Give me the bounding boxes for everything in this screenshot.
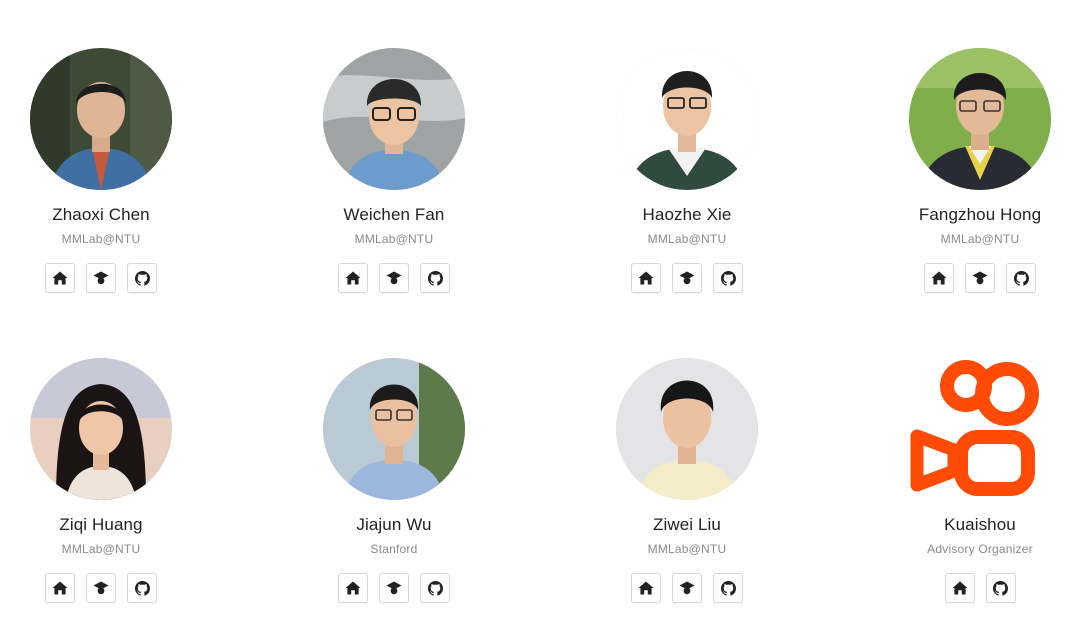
scholar-button[interactable]: [965, 263, 995, 293]
homepage-button[interactable]: [631, 263, 661, 293]
homepage-button[interactable]: [944, 573, 975, 603]
home-icon: [638, 271, 654, 285]
github-button[interactable]: [713, 263, 743, 293]
scholar-button[interactable]: [379, 573, 409, 603]
scholar-button[interactable]: [86, 263, 116, 293]
person-affiliation: MMLab@NTU: [354, 232, 434, 246]
org-links: [870, 573, 1080, 603]
person-name: Fangzhou Hong: [918, 205, 1042, 224]
person-card-jiajun-wu: Jiajun Wu Stanford: [284, 358, 504, 603]
avatar: [616, 358, 758, 500]
person-affiliation: MMLab@NTU: [61, 232, 141, 246]
homepage-button[interactable]: [924, 263, 954, 293]
graduation-cap-icon: [679, 581, 695, 595]
github-icon: [134, 580, 150, 596]
person-card-ziqi-huang: Ziqi Huang MMLab@NTU: [0, 358, 211, 603]
person-card-ziwei-liu: Ziwei Liu MMLab@NTU: [577, 358, 797, 603]
scholar-button[interactable]: [86, 573, 116, 603]
github-icon: [720, 270, 736, 286]
github-button[interactable]: [127, 263, 157, 293]
home-icon: [345, 581, 361, 595]
scholar-button[interactable]: [672, 573, 702, 603]
person-card-zhaoxi-chen: Zhaoxi Chen MMLab@NTU: [0, 48, 211, 293]
github-icon: [427, 270, 443, 286]
graduation-cap-icon: [93, 271, 109, 285]
homepage-button[interactable]: [338, 573, 368, 603]
org-name: Kuaishou: [944, 515, 1016, 534]
github-button[interactable]: [713, 573, 743, 603]
person-affiliation: Stanford: [370, 542, 418, 556]
person-affiliation: MMLab@NTU: [61, 542, 141, 556]
github-icon: [720, 580, 736, 596]
github-icon: [134, 270, 150, 286]
homepage-button[interactable]: [45, 263, 75, 293]
home-icon: [52, 271, 68, 285]
person-links: [0, 263, 211, 293]
graduation-cap-icon: [679, 271, 695, 285]
person-affiliation: MMLab@NTU: [647, 232, 727, 246]
scholar-button[interactable]: [379, 263, 409, 293]
github-icon: [1013, 270, 1029, 286]
avatar: [30, 48, 172, 190]
person-card-haozhe-xie: Haozhe Xie MMLab@NTU: [577, 48, 797, 293]
graduation-cap-icon: [972, 271, 988, 285]
home-icon: [52, 581, 68, 595]
person-name: Zhaoxi Chen: [52, 205, 150, 224]
homepage-button[interactable]: [338, 263, 368, 293]
homepage-button[interactable]: [45, 573, 75, 603]
person-links: [284, 263, 504, 293]
person-name: Weichen Fan: [343, 205, 445, 224]
person-links: [577, 573, 797, 603]
avatar: [30, 358, 172, 500]
graduation-cap-icon: [386, 271, 402, 285]
scholar-button[interactable]: [672, 263, 702, 293]
person-links: [577, 263, 797, 293]
homepage-button[interactable]: [631, 573, 661, 603]
person-links: [284, 573, 504, 603]
person-affiliation: MMLab@NTU: [940, 232, 1020, 246]
github-icon: [427, 580, 443, 596]
github-button[interactable]: [985, 573, 1016, 603]
person-name: Ziwei Liu: [653, 515, 721, 534]
home-icon: [952, 581, 967, 595]
person-links: [0, 573, 211, 603]
person-card-fangzhou-hong: Fangzhou Hong MMLab@NTU: [870, 48, 1080, 293]
org-card-kuaishou: Kuaishou Advisory Organizer: [870, 358, 1080, 603]
avatar: [909, 48, 1051, 190]
home-icon: [638, 581, 654, 595]
github-button[interactable]: [127, 573, 157, 603]
person-affiliation: MMLab@NTU: [647, 542, 727, 556]
home-icon: [345, 271, 361, 285]
person-name: Haozhe Xie: [642, 205, 732, 224]
graduation-cap-icon: [386, 581, 402, 595]
avatar: [323, 48, 465, 190]
person-links: [870, 263, 1080, 293]
graduation-cap-icon: [93, 581, 109, 595]
avatar: [616, 48, 758, 190]
github-button[interactable]: [1006, 263, 1036, 293]
github-button[interactable]: [420, 573, 450, 603]
kuaishou-logo: [909, 358, 1051, 500]
github-button[interactable]: [420, 263, 450, 293]
home-icon: [931, 271, 947, 285]
person-card-weichen-fan: Weichen Fan MMLab@NTU: [284, 48, 504, 293]
person-name: Jiajun Wu: [356, 515, 432, 534]
person-name: Ziqi Huang: [59, 515, 143, 534]
org-role: Advisory Organizer: [927, 542, 1033, 556]
avatar: [323, 358, 465, 500]
github-icon: [993, 580, 1008, 596]
